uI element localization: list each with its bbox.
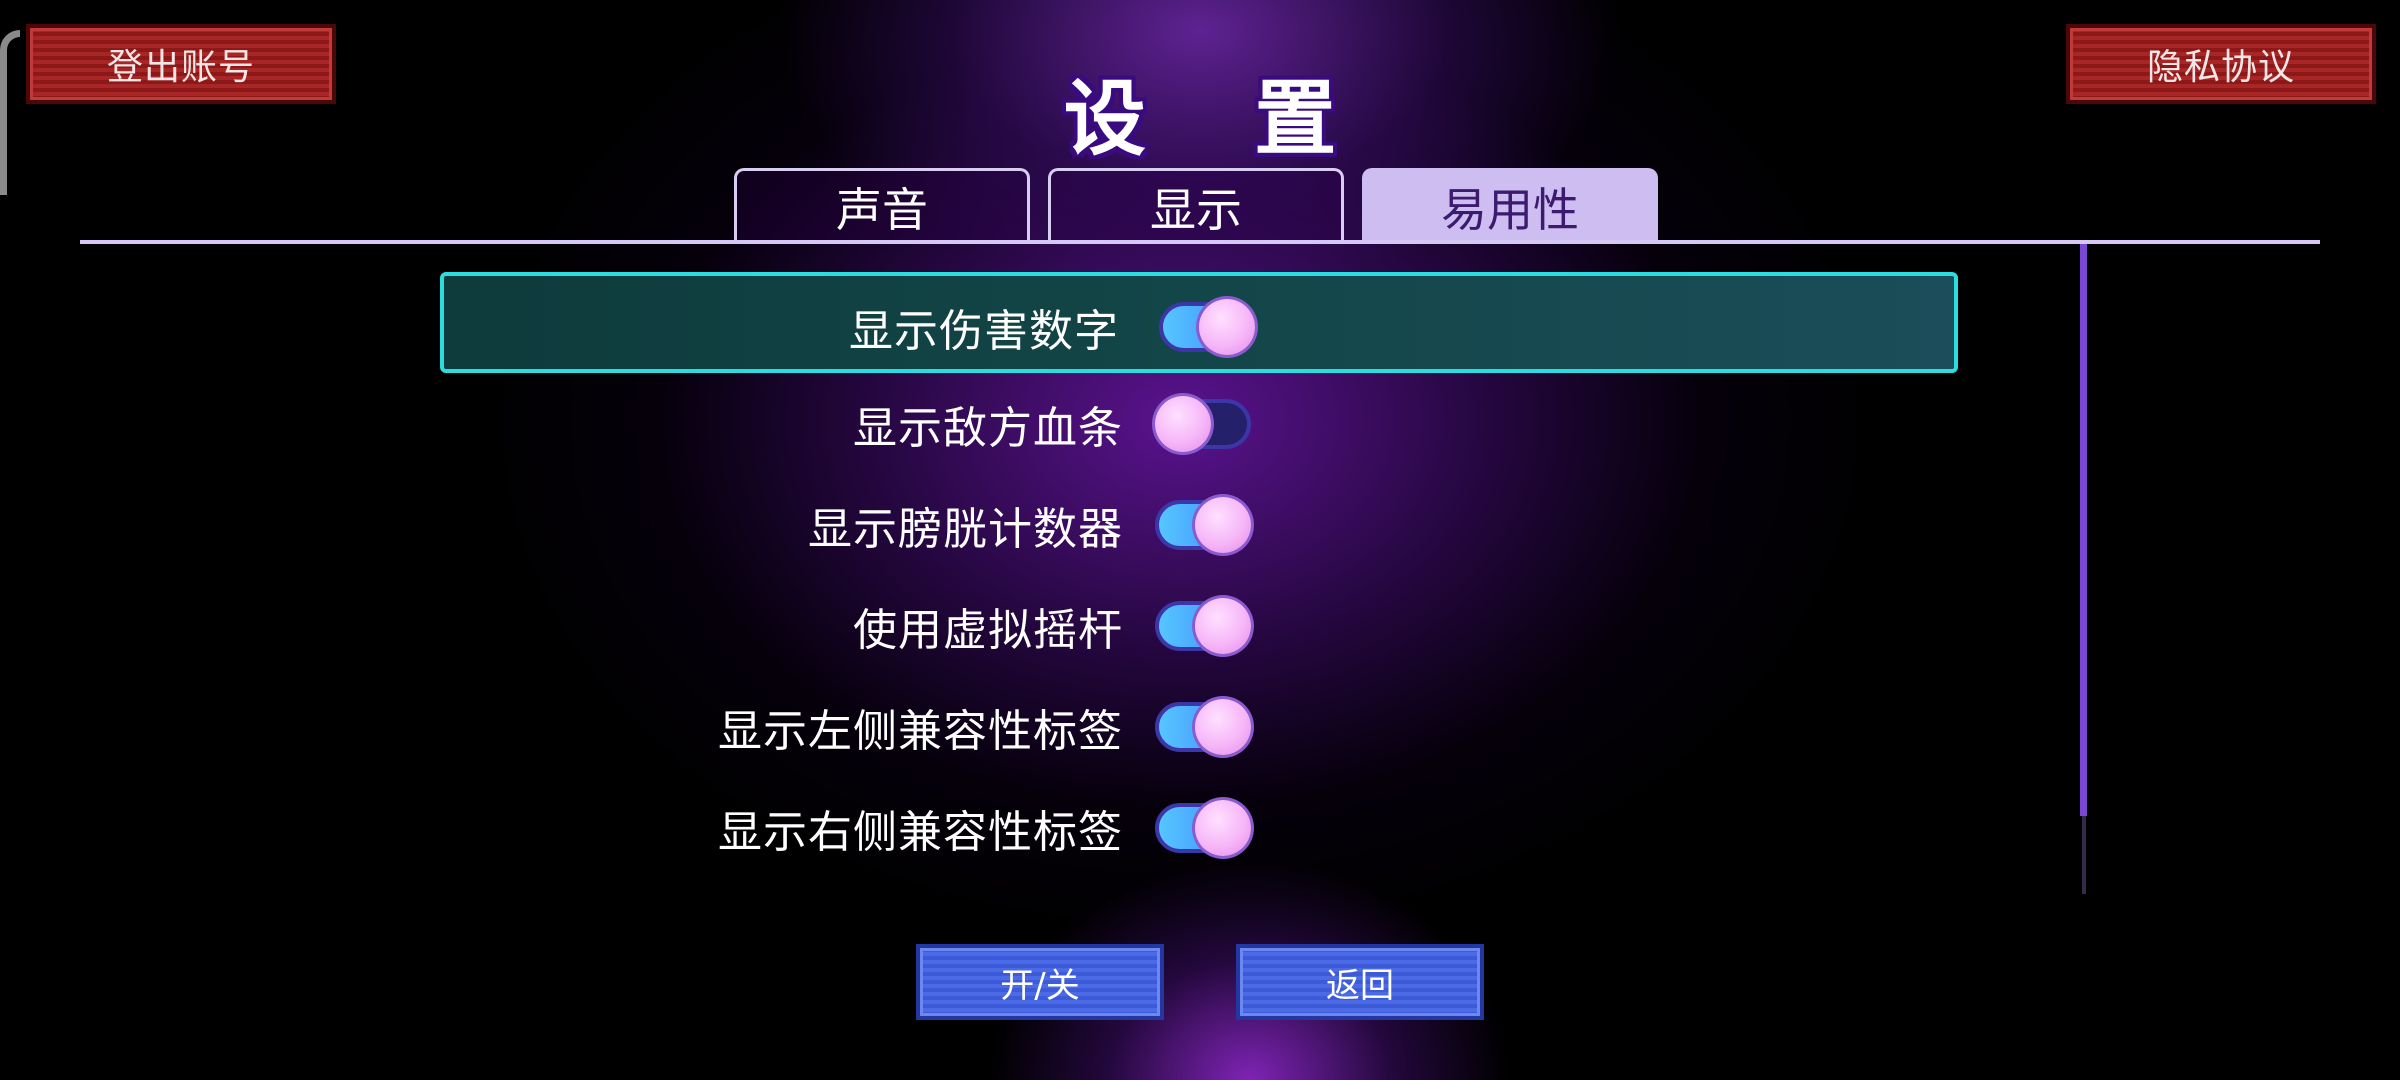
setting-row-bladder-counter[interactable]: 显示膀胱计数器 [440, 474, 1958, 575]
tab-sound[interactable]: 声音 [734, 168, 1030, 242]
setting-row-right-compat-tag[interactable]: 显示右侧兼容性标签 [440, 777, 1958, 878]
toggle-knob [1199, 299, 1255, 355]
tab-accessibility[interactable]: 易用性 [1362, 168, 1658, 242]
toggle-knob [1155, 396, 1211, 452]
toggle-on-off-button[interactable]: 开/关 [916, 944, 1164, 1020]
toggle-knob [1195, 699, 1251, 755]
page-title: 设 置 [1063, 72, 1377, 167]
toggle-switch[interactable] [1155, 396, 1251, 452]
toggle-knob [1195, 800, 1251, 856]
setting-label: 显示左侧兼容性标签 [718, 705, 1123, 757]
toggle-switch[interactable] [1155, 598, 1251, 654]
toggle-switch[interactable] [1155, 800, 1251, 856]
back-button[interactable]: 返回 [1236, 944, 1484, 1020]
toggle-switch[interactable] [1159, 299, 1255, 355]
setting-label: 使用虚拟摇杆 [853, 604, 1123, 656]
tab-divider [80, 240, 2320, 244]
settings-tabs: 声音 显示 易用性 [734, 168, 1658, 242]
setting-row-virtual-joystick[interactable]: 使用虚拟摇杆 [440, 575, 1958, 676]
setting-label: 显示敌方血条 [853, 402, 1123, 454]
setting-row-left-compat-tag[interactable]: 显示左侧兼容性标签 [440, 676, 1958, 777]
setting-label: 显示右侧兼容性标签 [718, 806, 1123, 858]
toggle-knob [1195, 598, 1251, 654]
toggle-switch[interactable] [1155, 699, 1251, 755]
toggle-switch[interactable] [1155, 497, 1251, 553]
setting-label: 显示伤害数字 [849, 305, 1119, 357]
scrollbar-thumb[interactable] [2080, 244, 2087, 816]
setting-label: 显示膀胱计数器 [808, 503, 1123, 555]
setting-row-enemy-health-bar[interactable]: 显示敌方血条 [440, 373, 1958, 474]
setting-row-damage-numbers[interactable]: 显示伤害数字 [440, 272, 1958, 373]
tab-display[interactable]: 显示 [1048, 168, 1344, 242]
toggle-knob [1195, 497, 1251, 553]
